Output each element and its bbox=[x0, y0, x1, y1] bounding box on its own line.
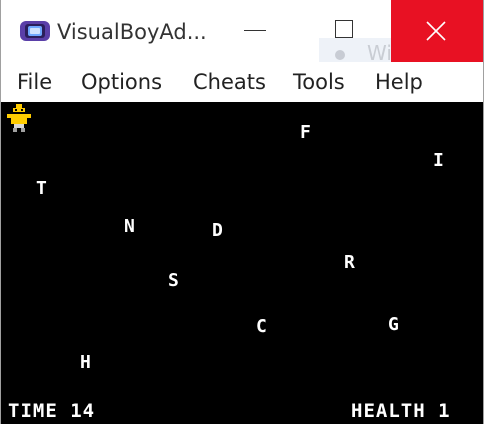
player-sprite-icon bbox=[5, 104, 33, 134]
app-window: VisualBoyAd... Window S File Options Che… bbox=[0, 0, 484, 424]
letter-tile: I bbox=[433, 150, 444, 171]
close-button[interactable] bbox=[391, 0, 483, 62]
letter-tile: S bbox=[168, 270, 179, 291]
letter-tile: H bbox=[80, 352, 91, 373]
maximize-icon bbox=[335, 20, 353, 38]
letter-tile: D bbox=[212, 220, 223, 241]
time-readout: TIME 14 bbox=[8, 400, 95, 422]
time-value: 14 bbox=[70, 400, 96, 422]
minimize-icon bbox=[244, 30, 266, 31]
menu-help[interactable]: Help bbox=[375, 67, 423, 97]
letter-tile: F bbox=[300, 122, 311, 143]
letter-tile: N bbox=[124, 216, 135, 237]
menu-file[interactable]: File bbox=[17, 67, 52, 97]
menu-cheats[interactable]: Cheats bbox=[193, 67, 266, 97]
letter-tile: C bbox=[256, 316, 267, 337]
gameboy-icon bbox=[19, 20, 51, 42]
health-readout: HEALTH 1 bbox=[351, 400, 451, 422]
game-screen[interactable]: F I T N D R S C G H TIME 14 HEALTH 1 bbox=[1, 102, 483, 424]
menu-bar: File Options Cheats Tools Help bbox=[1, 62, 483, 102]
title-bar[interactable]: VisualBoyAd... Window S bbox=[1, 0, 483, 68]
health-value: 1 bbox=[438, 400, 451, 422]
window-title: VisualBoyAd... bbox=[57, 20, 207, 44]
health-label: HEALTH bbox=[351, 400, 426, 422]
letter-tile: T bbox=[36, 178, 47, 199]
letter-tile: R bbox=[344, 252, 355, 273]
time-label: TIME bbox=[8, 400, 58, 422]
letter-tile: G bbox=[388, 314, 399, 335]
close-icon bbox=[426, 21, 446, 41]
menu-tools[interactable]: Tools bbox=[293, 67, 345, 97]
menu-options[interactable]: Options bbox=[81, 67, 162, 97]
minimize-button[interactable] bbox=[209, 0, 301, 62]
maximize-button[interactable] bbox=[301, 0, 391, 62]
